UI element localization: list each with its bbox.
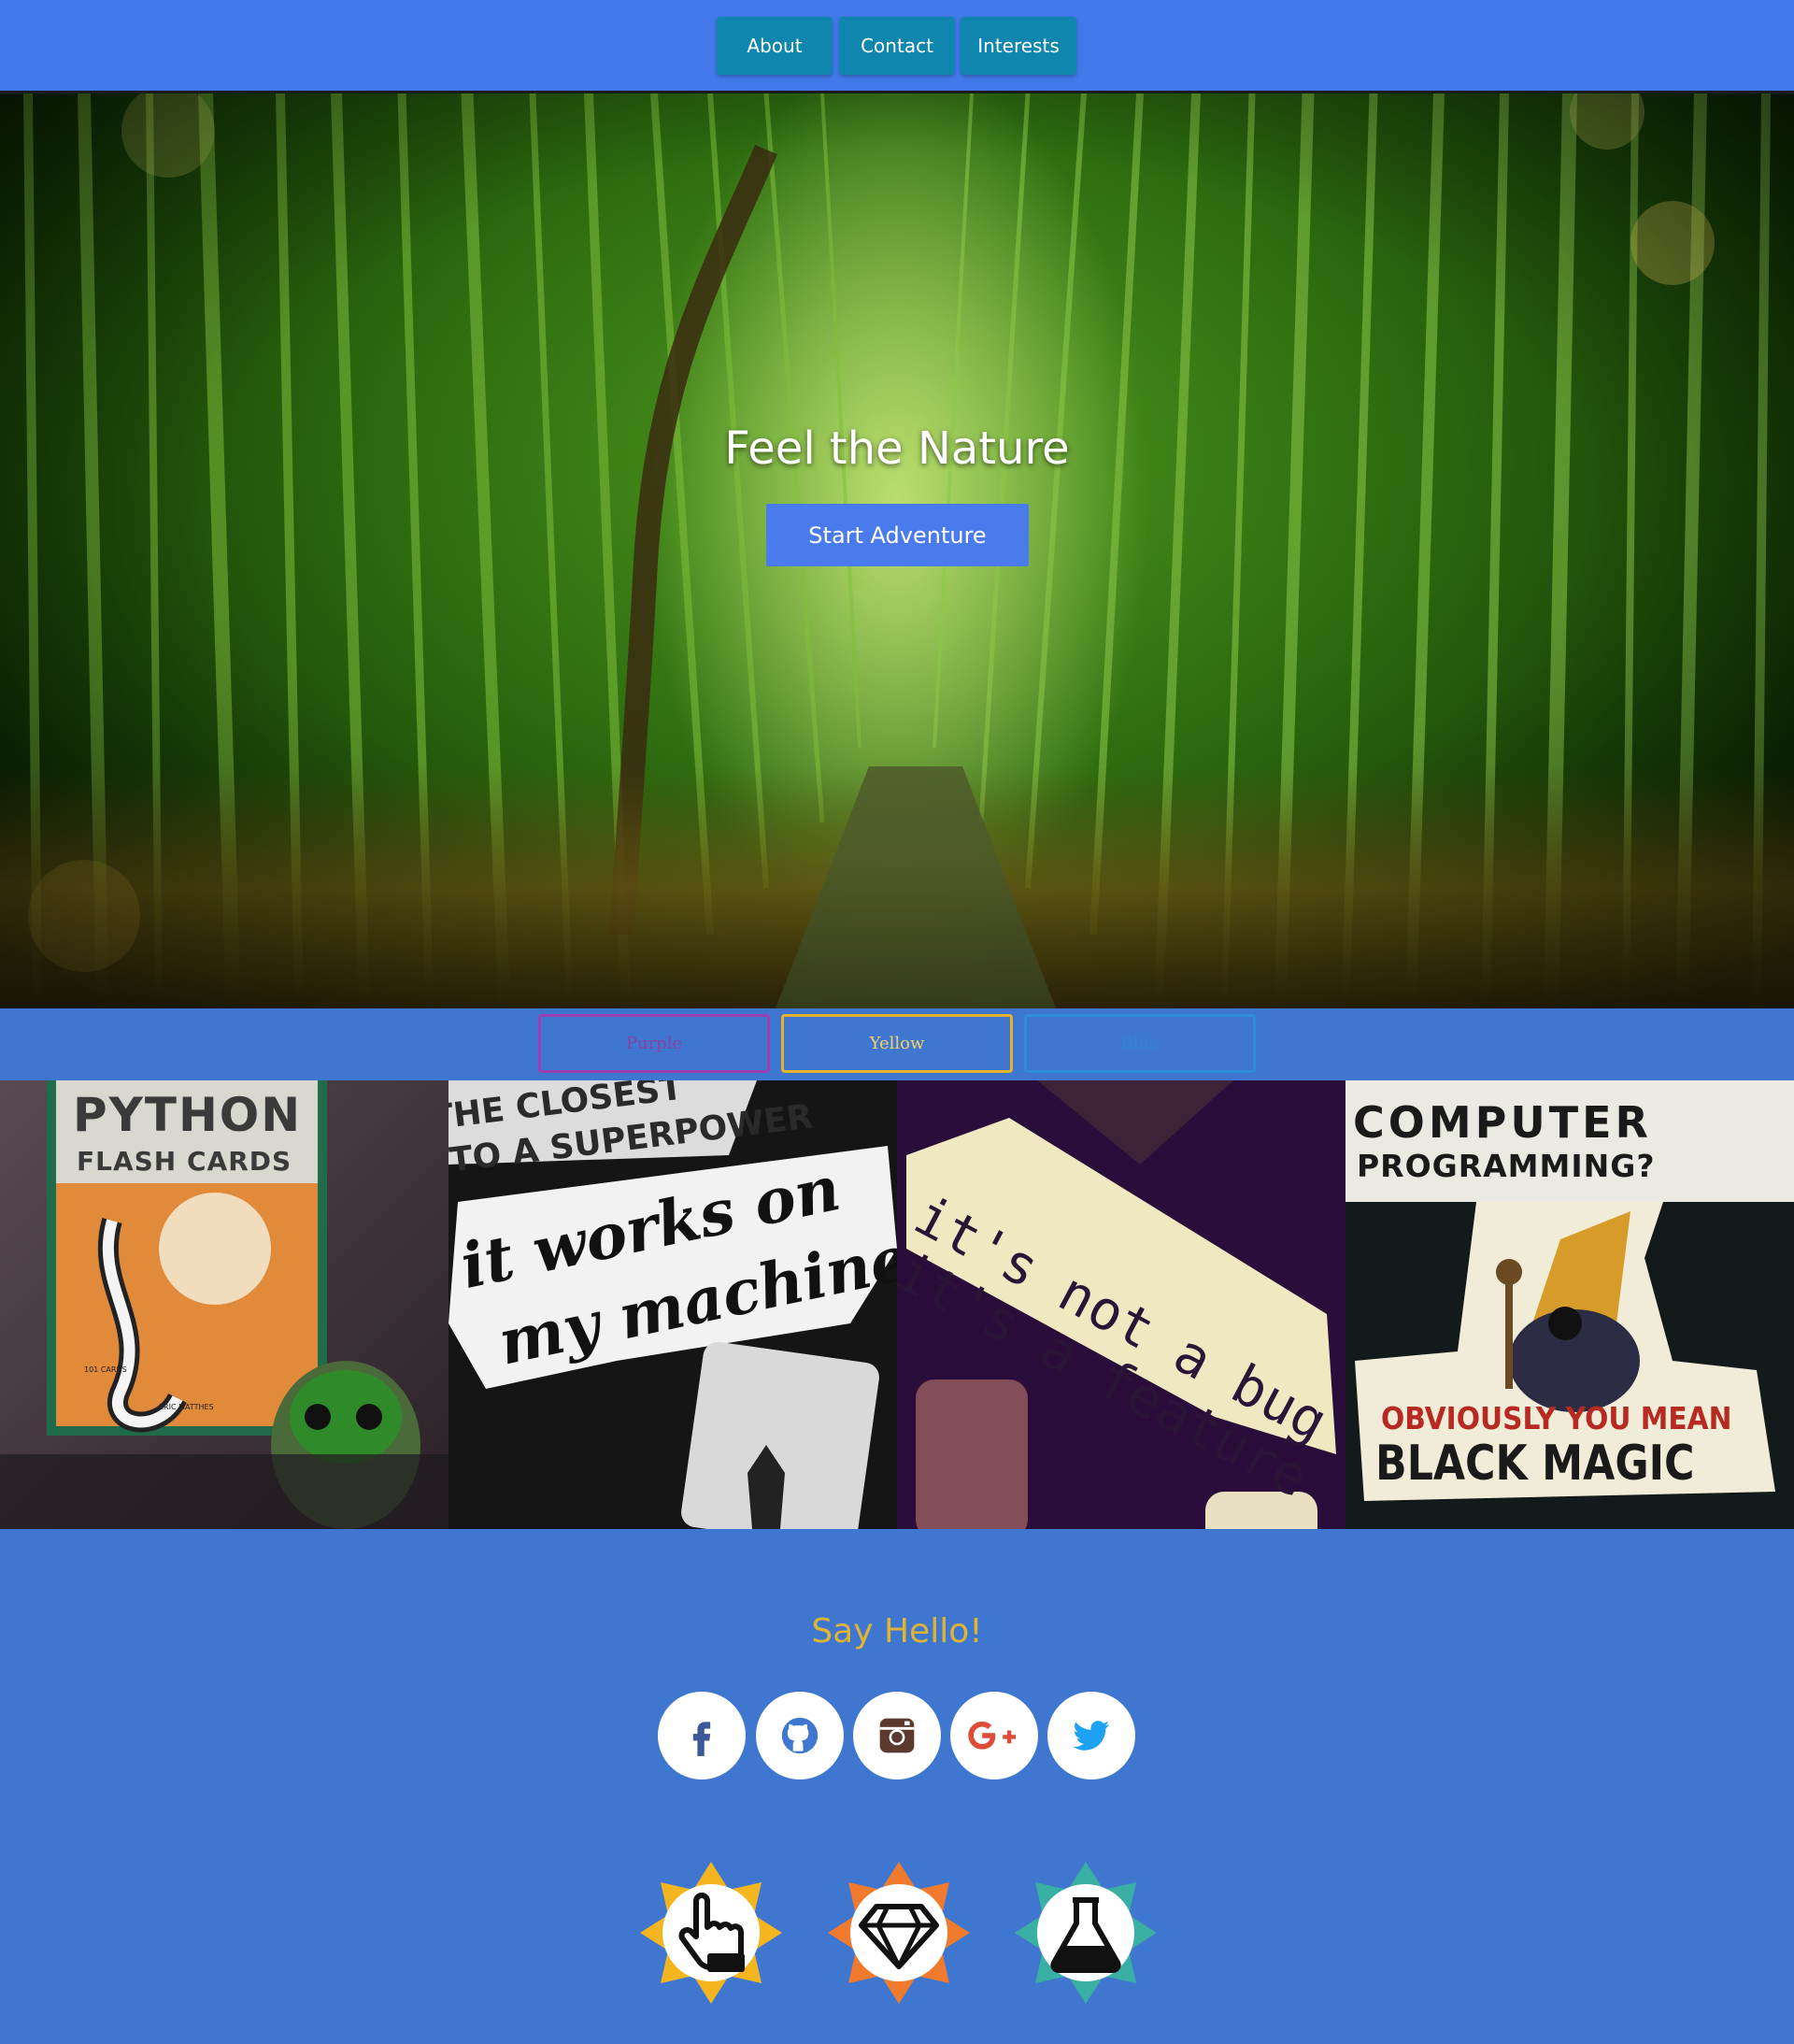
photo-text: PYTHON bbox=[73, 1088, 303, 1142]
github-link[interactable] bbox=[756, 1692, 844, 1780]
github-icon bbox=[781, 1717, 819, 1754]
instagram-link[interactable] bbox=[853, 1692, 941, 1780]
nav-contact-button[interactable]: Contact bbox=[839, 17, 955, 75]
nav-interests-button[interactable]: Interests bbox=[961, 17, 1076, 75]
google-plus-icon bbox=[968, 1721, 1017, 1750]
photo-text: COMPUTER bbox=[1353, 1097, 1652, 1148]
photo-text: PROGRAMMING? bbox=[1357, 1148, 1656, 1184]
purple-filter-button[interactable]: Purple bbox=[538, 1014, 770, 1073]
instagram-icon bbox=[879, 1718, 915, 1753]
flask-icon bbox=[1015, 1862, 1157, 2004]
photo-gallery: PYTHON FLASH CARDS 101 CARDS ERIC MATTHE… bbox=[0, 1080, 1794, 1529]
twitter-icon bbox=[1073, 1721, 1110, 1751]
start-adventure-button[interactable]: Start Adventure bbox=[766, 504, 1029, 566]
gallery-photo-python-flash-cards[interactable]: PYTHON FLASH CARDS 101 CARDS ERIC MATTHE… bbox=[0, 1080, 448, 1529]
photo-text: BLACK MAGIC bbox=[1375, 1436, 1695, 1492]
pointer-hand-icon bbox=[640, 1862, 782, 2004]
google-plus-link[interactable] bbox=[950, 1692, 1038, 1780]
say-hello-heading: Say Hello! bbox=[811, 1612, 983, 1651]
gallery-photo-not-a-bug[interactable]: it's not a bug it's a feature bbox=[897, 1080, 1346, 1529]
photo-text: FLASH CARDS bbox=[77, 1146, 292, 1177]
badge-flask bbox=[1013, 1860, 1159, 2006]
nav-about-button[interactable]: About bbox=[717, 17, 833, 75]
hero-title: Feel the Nature bbox=[724, 422, 1070, 475]
facebook-icon bbox=[692, 1722, 711, 1756]
yellow-filter-button[interactable]: Yellow bbox=[781, 1014, 1013, 1073]
top-nav: About Contact Interests bbox=[0, 0, 1794, 93]
gallery-photo-works-on-my-machine[interactable]: THE CLOSEST TO A SUPERPOWER it works on … bbox=[448, 1080, 897, 1529]
gallery-photo-black-magic[interactable]: COMPUTER PROGRAMMING? OBVIOUSLY YOU MEAN… bbox=[1346, 1080, 1794, 1529]
facebook-link[interactable] bbox=[658, 1692, 746, 1780]
diamond-icon bbox=[828, 1862, 970, 2004]
photo-text: ERIC MATTHES bbox=[159, 1403, 214, 1411]
photo-text: OBVIOUSLY YOU MEAN bbox=[1381, 1400, 1732, 1437]
badge-diamond bbox=[826, 1860, 972, 2006]
blue-filter-button[interactable]: Blue bbox=[1024, 1014, 1256, 1073]
color-filter-bar: Purple Yellow Blue bbox=[0, 1008, 1794, 1080]
twitter-link[interactable] bbox=[1047, 1692, 1135, 1780]
hero-section: Feel the Nature Start Adventure bbox=[0, 93, 1794, 1008]
photo-text: 101 CARDS bbox=[84, 1365, 127, 1374]
badge-pointer bbox=[638, 1860, 784, 2006]
